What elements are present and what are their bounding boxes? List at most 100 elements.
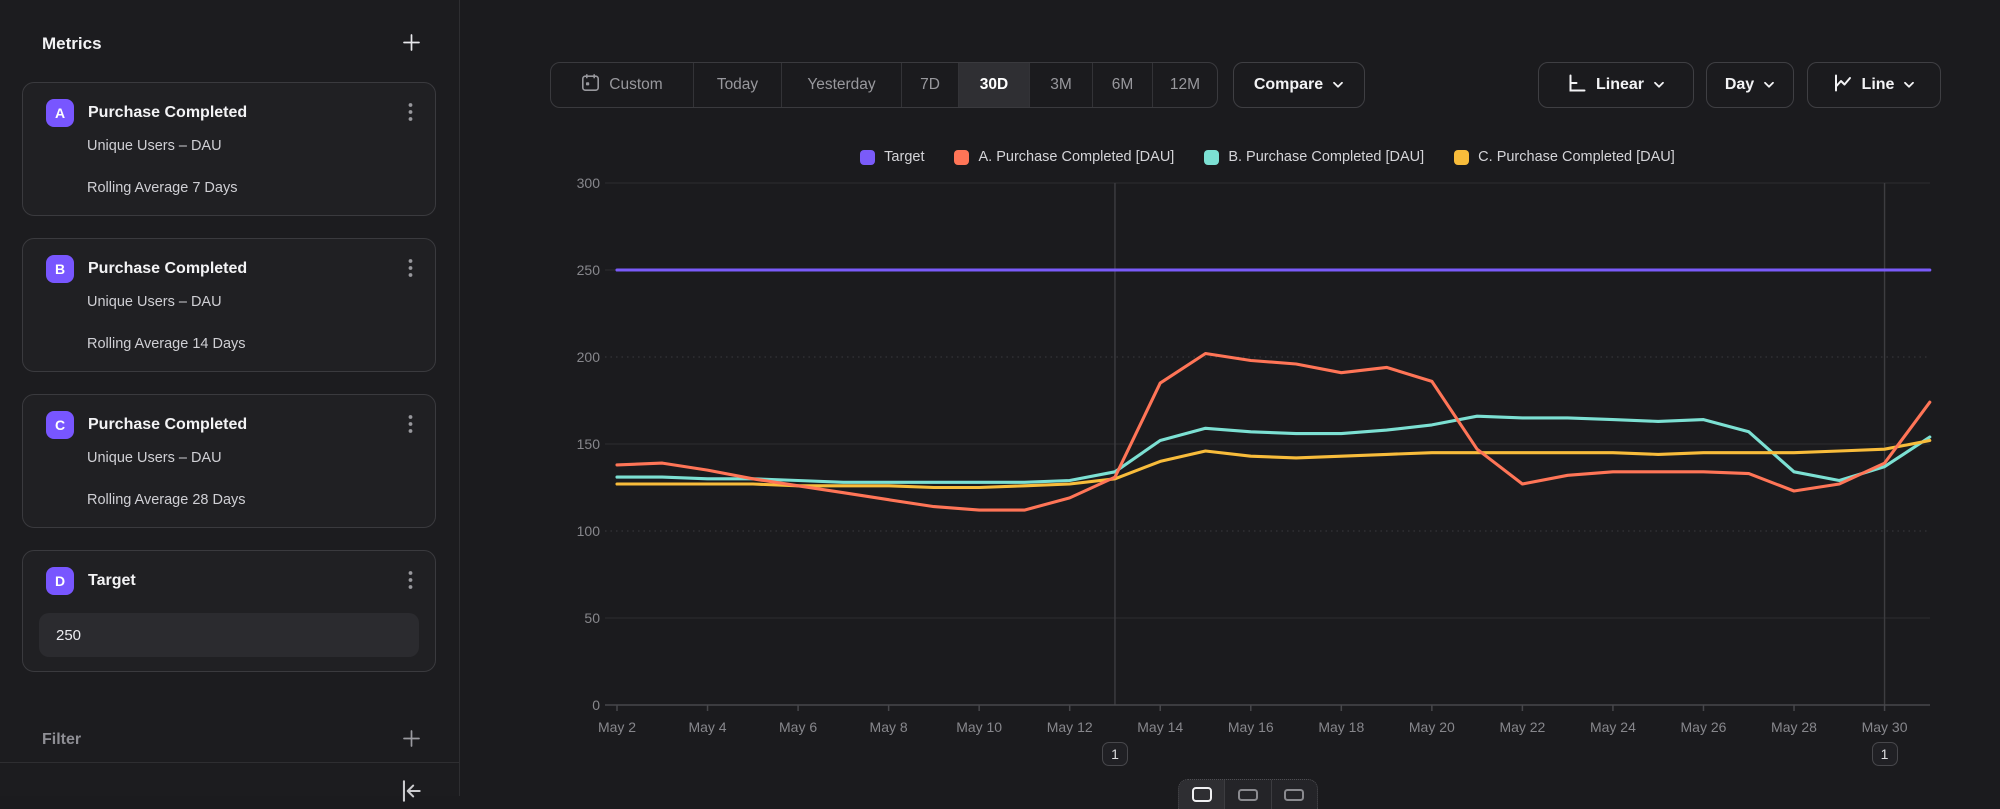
- x-axis-label: May 4: [688, 719, 726, 735]
- metrics-sidebar: Metrics A Purchase Completed Unique Users …: [0, 0, 460, 796]
- chart-canvas: 050100150200250300May 2May 4May 6May 8Ma…: [461, 130, 1981, 796]
- metric-measurement[interactable]: Unique Users – DAU: [87, 294, 415, 310]
- range-yesterday-button[interactable]: Yesterday: [781, 63, 901, 107]
- metric-card-D[interactable]: D Target 250: [22, 550, 436, 672]
- metric-letter-badge: D: [46, 567, 74, 595]
- metric-letter-badge: A: [46, 99, 74, 127]
- metric-card-title: Purchase Completed: [88, 260, 402, 278]
- x-axis-label: May 8: [870, 719, 908, 735]
- range-12m-button[interactable]: 12M: [1152, 63, 1217, 107]
- metric-measurement[interactable]: Unique Users – DAU: [87, 450, 415, 466]
- add-metric-button[interactable]: [400, 31, 423, 57]
- interval-select-label: Day: [1725, 76, 1754, 94]
- target-value-input[interactable]: 250: [39, 613, 419, 657]
- metric-letter-badge: C: [46, 411, 74, 439]
- metric-card-header: B Purchase Completed: [46, 255, 419, 283]
- y-axis-label: 50: [584, 610, 600, 626]
- collapse-sidebar-button[interactable]: [396, 776, 426, 809]
- y-axis-label: 0: [592, 697, 600, 713]
- x-axis-label: May 18: [1318, 719, 1364, 735]
- range-label: 30D: [980, 76, 1008, 94]
- medium-card-icon: [1238, 789, 1258, 801]
- chevron-down-icon: [1332, 76, 1344, 94]
- plus-icon: [402, 33, 421, 55]
- metric-rolling-average[interactable]: Rolling Average 14 Days: [87, 336, 415, 352]
- metric-card-menu-button[interactable]: [402, 254, 419, 285]
- x-axis-label: May 30: [1862, 719, 1908, 735]
- metric-card-A[interactable]: A Purchase Completed Unique Users – DAU Rol…: [22, 82, 436, 216]
- range-label: 6M: [1112, 76, 1134, 94]
- range-custom-button[interactable]: Custom: [551, 63, 693, 107]
- range-label: Custom: [609, 76, 662, 94]
- line-chart-icon: [1833, 73, 1853, 98]
- metric-letter-badge: B: [46, 255, 74, 283]
- scale-select-label: Linear: [1596, 76, 1644, 94]
- metric-measurement[interactable]: Unique Users – DAU: [87, 138, 415, 154]
- range-label: 7D: [920, 76, 940, 94]
- range-today-button[interactable]: Today: [693, 63, 781, 107]
- chart-size-toggle: [1178, 779, 1318, 809]
- kebab-menu-icon: [408, 266, 413, 281]
- metric-card-header: A Purchase Completed: [46, 99, 419, 127]
- metric-card-header: D Target: [46, 567, 419, 595]
- chart-type-select-label: Line: [1862, 76, 1895, 94]
- x-axis-label: May 26: [1681, 719, 1727, 735]
- range-label: 3M: [1050, 76, 1072, 94]
- interval-select[interactable]: Day: [1706, 62, 1794, 108]
- range-7d-button[interactable]: 7D: [901, 63, 958, 107]
- x-axis-label: May 16: [1228, 719, 1274, 735]
- y-axis-label: 150: [577, 436, 601, 452]
- x-axis-label: May 12: [1047, 719, 1093, 735]
- x-axis-label: May 14: [1137, 719, 1183, 735]
- y-axis-label: 250: [577, 262, 601, 278]
- sidebar-divider: [0, 762, 459, 763]
- kebab-menu-icon: [408, 110, 413, 125]
- kebab-menu-icon: [408, 422, 413, 437]
- annotation-badge[interactable]: 1: [1872, 742, 1898, 766]
- metric-card-menu-button[interactable]: [402, 410, 419, 441]
- add-filter-button[interactable]: [400, 727, 423, 753]
- x-axis-label: May 22: [1499, 719, 1545, 735]
- date-range-picker: Custom Today Yesterday 7D 30D 3M 6M 12M: [550, 62, 1218, 108]
- metric-card-menu-button[interactable]: [402, 566, 419, 597]
- range-label: 12M: [1170, 76, 1200, 94]
- metric-card-header: CPurchase Completed: [46, 411, 419, 439]
- range-6m-button[interactable]: 6M: [1092, 63, 1152, 107]
- range-3m-button[interactable]: 3M: [1029, 63, 1092, 107]
- filter-section: Filter: [42, 726, 423, 754]
- calendar-icon: [581, 73, 600, 97]
- metric-card-title: Target: [88, 572, 402, 590]
- filter-label: Filter: [42, 731, 81, 749]
- scale-select[interactable]: Linear: [1538, 62, 1694, 108]
- metric-rolling-average[interactable]: Rolling Average 28 Days: [87, 492, 415, 508]
- range-30d-button[interactable]: 30D: [958, 63, 1029, 107]
- metric-card-menu-button[interactable]: [402, 98, 419, 129]
- range-label: Yesterday: [807, 76, 875, 94]
- range-label: Today: [717, 76, 758, 94]
- kebab-menu-icon: [408, 578, 413, 593]
- y-axis-label: 100: [577, 523, 601, 539]
- large-card-icon: [1192, 787, 1212, 802]
- chevron-down-icon: [1903, 76, 1915, 94]
- x-axis-label: May 2: [598, 719, 636, 735]
- chart-size-small-button[interactable]: [1271, 780, 1317, 809]
- x-axis-label: May 20: [1409, 719, 1455, 735]
- metric-card-B[interactable]: B Purchase Completed Unique Users – DAU Rol…: [22, 238, 436, 372]
- linear-scale-icon: [1567, 73, 1587, 98]
- chevron-down-icon: [1653, 76, 1665, 94]
- metric-card-title: Purchase Completed: [88, 104, 402, 122]
- chart-size-medium-button[interactable]: [1224, 780, 1270, 809]
- metrics-header: Metrics: [42, 30, 423, 58]
- y-axis-label: 200: [577, 349, 601, 365]
- metric-rolling-average[interactable]: Rolling Average 7 Days: [87, 180, 415, 196]
- chart-type-select[interactable]: Line: [1807, 62, 1941, 108]
- compare-button[interactable]: Compare: [1233, 62, 1365, 108]
- metric-card-C[interactable]: CPurchase Completed Unique Users – DAU Rol…: [22, 394, 436, 528]
- chart-panel: Custom Today Yesterday 7D 30D 3M 6M 12M Compare…: [461, 0, 2000, 796]
- x-axis-label: May 24: [1590, 719, 1636, 735]
- chevron-down-icon: [1763, 76, 1775, 94]
- compare-button-label: Compare: [1254, 76, 1323, 94]
- chart-size-large-button[interactable]: [1179, 780, 1224, 809]
- collapse-left-icon: [398, 778, 424, 807]
- annotation-badge[interactable]: 1: [1102, 742, 1128, 766]
